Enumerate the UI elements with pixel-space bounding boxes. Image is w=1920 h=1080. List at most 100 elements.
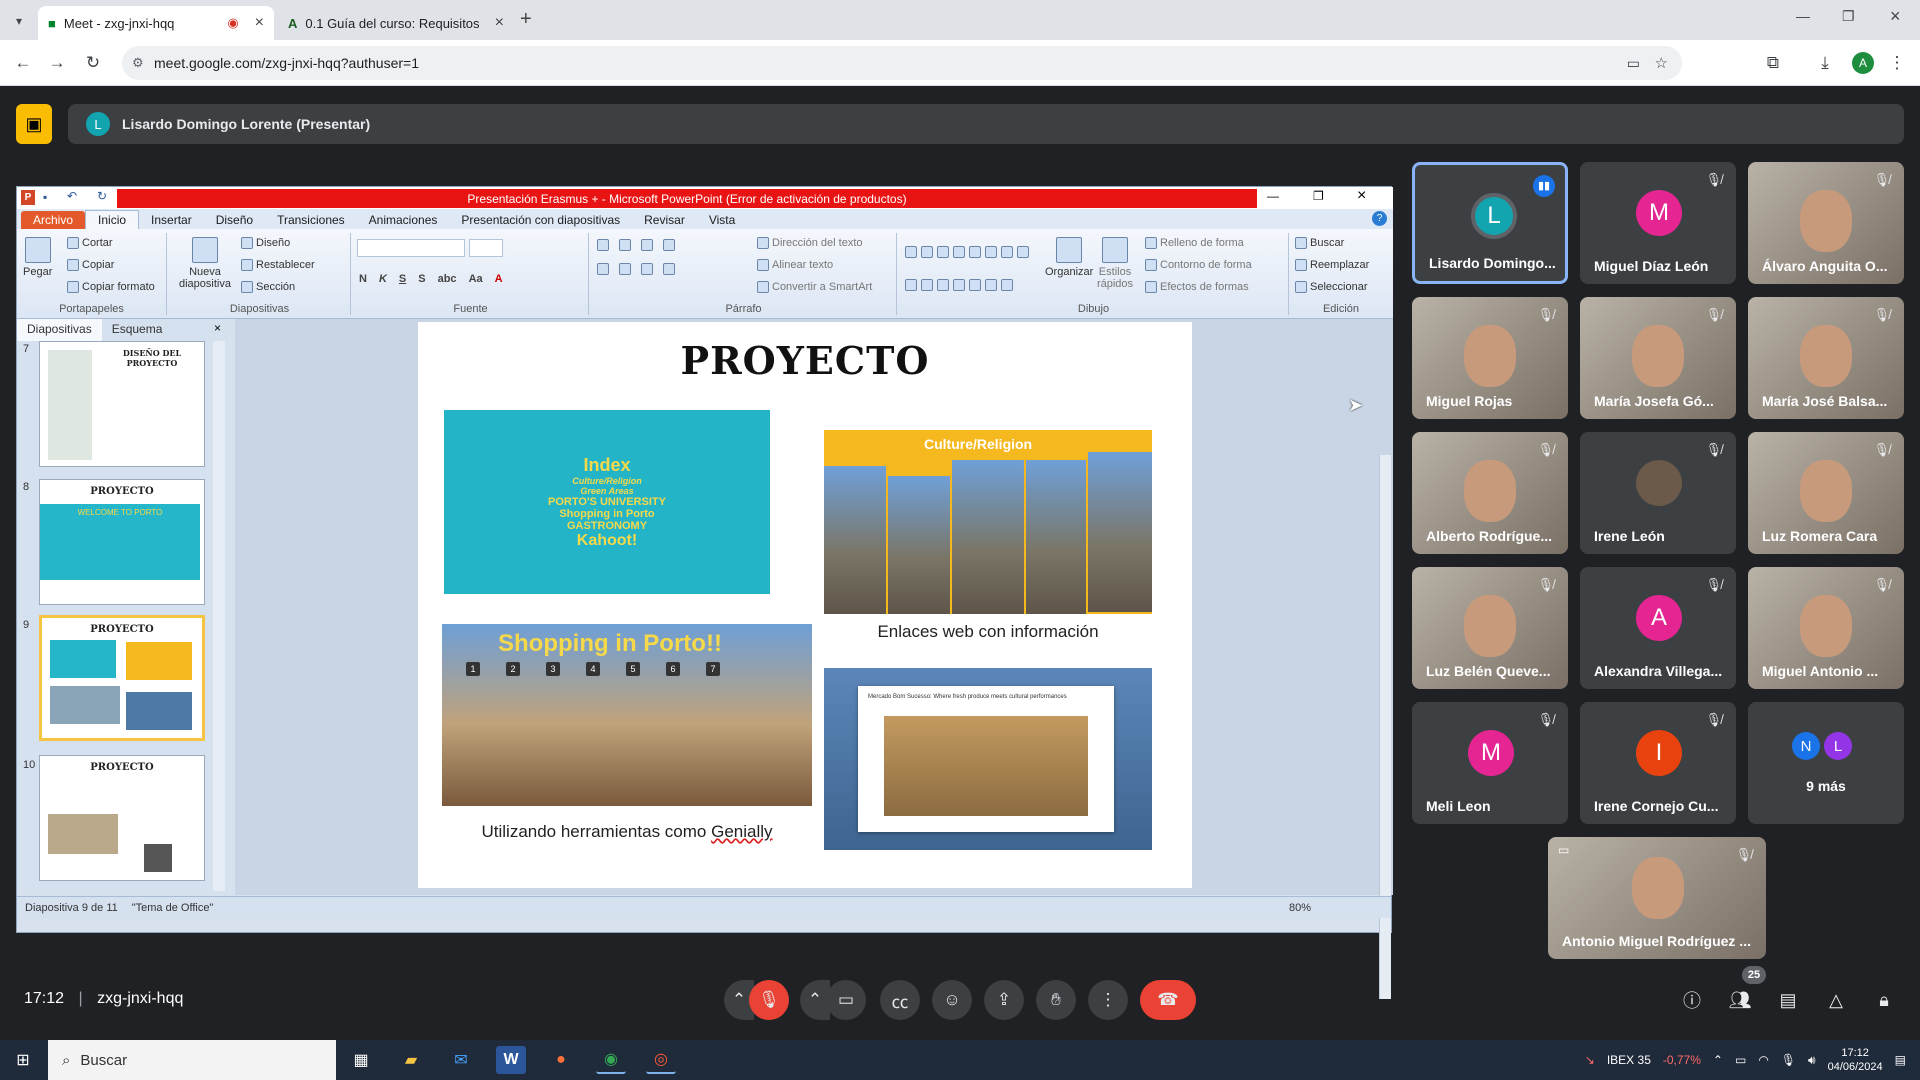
reemplazar-button[interactable]: Reemplazar	[1295, 259, 1369, 271]
ppt-tab-transiciones[interactable]: Transiciones	[265, 211, 357, 229]
underline-icon[interactable]: S	[399, 273, 406, 285]
copiar-formato-button[interactable]: Copiar formato	[67, 281, 155, 293]
close-window-icon[interactable]: ×	[1890, 6, 1901, 27]
slide-thumbnail-10[interactable]: PROYECTO	[39, 755, 205, 881]
stock-name[interactable]: IBEX 35	[1607, 1053, 1651, 1067]
firefox-icon[interactable]: ●	[546, 1046, 576, 1074]
chevron-up-icon[interactable]: ⌃	[1713, 1053, 1723, 1067]
shape-icon[interactable]	[905, 245, 917, 258]
font-name-select[interactable]	[357, 239, 465, 257]
contorno-button[interactable]: Contorno de forma	[1145, 259, 1252, 271]
ppt-tab-revisar[interactable]: Revisar	[632, 211, 697, 229]
justify-icon[interactable]	[663, 263, 675, 275]
shopping-porto-image[interactable]: Shopping in Porto!! 1 2 3 4 5 6 7	[442, 624, 812, 806]
participant-tile[interactable]: 🎙︎̸ Luz Belén Queve...	[1412, 567, 1568, 689]
shape-icon[interactable]	[969, 245, 981, 258]
download-icon[interactable]: ⤓	[1812, 50, 1838, 76]
shape-icon[interactable]	[953, 278, 965, 291]
line-spacing-icon[interactable]	[663, 239, 675, 251]
participant-tile[interactable]: I 🎙︎̸ Irene Cornejo Cu...	[1580, 702, 1736, 824]
ppt-maximize-icon[interactable]: ❐	[1313, 189, 1324, 203]
taskbar-search[interactable]: ⌕ Buscar	[48, 1040, 336, 1080]
reload-icon[interactable]: ↻	[80, 50, 106, 76]
cortar-button[interactable]: Cortar	[67, 237, 113, 249]
strike-icon[interactable]: S	[418, 273, 425, 285]
shape-icon[interactable]	[937, 245, 949, 258]
chat-button[interactable]: ▤	[1772, 984, 1804, 1016]
participant-tile[interactable]: L ▮▮ Lisardo Domingo...	[1412, 162, 1568, 284]
direccion-texto-button[interactable]: Dirección del texto	[757, 237, 863, 249]
close-tab-icon[interactable]: ×	[495, 14, 504, 32]
participant-tile[interactable]: 🎙︎̸ María Josefa Gó...	[1580, 297, 1736, 419]
participant-tile[interactable]: A 🎙︎̸ Alexandra Villega...	[1580, 567, 1736, 689]
ppt-tab-diseno[interactable]: Diseño	[204, 211, 265, 229]
ppt-tab-inicio[interactable]: Inicio	[85, 210, 140, 229]
participant-tile[interactable]: 🎙︎̸ Miguel Rojas	[1412, 297, 1568, 419]
align-right-icon[interactable]	[641, 263, 653, 275]
slide-thumbnail-9[interactable]: PROYECTO	[39, 615, 205, 741]
seleccionar-button[interactable]: Seleccionar	[1295, 281, 1367, 293]
stop-presenting-button[interactable]: ▣	[16, 104, 52, 144]
ppt-tab-insertar[interactable]: Insertar	[139, 211, 204, 229]
extensions-icon[interactable]: ⧉	[1760, 50, 1786, 76]
marker[interactable]: 4	[586, 662, 600, 676]
shape-icon[interactable]	[1001, 245, 1013, 258]
shape-icon[interactable]	[1017, 245, 1029, 258]
shape-icon[interactable]	[985, 278, 997, 291]
back-icon[interactable]: ←	[10, 50, 36, 76]
tab-guia[interactable]: A 0.1 Guía del curso: Requisitos ×	[278, 6, 514, 40]
captions-button[interactable]: ㏄	[880, 980, 920, 1020]
spacing-icon[interactable]: abc	[438, 273, 457, 285]
chrome-icon[interactable]: ◉	[596, 1046, 626, 1074]
numbering-icon[interactable]	[619, 239, 631, 251]
italic-icon[interactable]: K	[379, 273, 387, 285]
font-color-icon[interactable]: A	[495, 273, 503, 285]
shape-icon[interactable]	[921, 245, 933, 258]
shape-icon[interactable]	[905, 278, 917, 291]
restore-icon[interactable]: ❐	[1842, 8, 1855, 25]
bold-icon[interactable]: N	[359, 273, 367, 285]
font-format-buttons[interactable]: N K S Sabc Aa A	[359, 273, 503, 285]
network-icon[interactable]: ◠	[1758, 1053, 1768, 1067]
minimize-icon[interactable]: —	[1796, 8, 1810, 24]
address-bar[interactable]: ⚙ meet.google.com/zxg-jnxi-hqq?authuser=…	[122, 46, 1682, 80]
raise-hand-button[interactable]: ✋︎	[1036, 980, 1076, 1020]
marker[interactable]: 2	[506, 662, 520, 676]
shape-icon[interactable]	[1001, 278, 1013, 291]
file-explorer-icon[interactable]: ▰	[396, 1046, 426, 1074]
participant-tile[interactable]: 🎙︎̸ Luz Romera Cara	[1748, 432, 1904, 554]
menu-kebab-icon[interactable]: ⋮	[1884, 50, 1910, 76]
camera-tray-icon[interactable]: ▭	[1735, 1053, 1746, 1067]
activities-button[interactable]: △	[1820, 984, 1852, 1016]
smartart-button[interactable]: Convertir a SmartArt	[757, 281, 872, 293]
profile-avatar[interactable]: A	[1852, 52, 1874, 74]
close-tab-icon[interactable]: ×	[255, 14, 264, 32]
diseno-button[interactable]: Diseño	[241, 237, 290, 249]
slide-thumbnail-8[interactable]: PROYECTO WELCOME TO PORTO	[39, 479, 205, 605]
volume-icon[interactable]: 🔊︎	[1808, 1053, 1816, 1068]
copiar-button[interactable]: Copiar	[67, 259, 114, 271]
reactions-button[interactable]: ☺	[932, 980, 972, 1020]
windows-start-icon[interactable]: ⊞	[8, 1046, 38, 1074]
ppt-undo-icon[interactable]: ↶	[67, 189, 77, 203]
close-panel-icon[interactable]: ×	[206, 319, 229, 341]
leave-call-button[interactable]: ☎	[1140, 980, 1196, 1020]
shape-icon[interactable]	[937, 278, 949, 291]
align-left-icon[interactable]	[597, 263, 609, 275]
marker[interactable]: 7	[706, 662, 720, 676]
marker[interactable]: 6	[666, 662, 680, 676]
restablecer-button[interactable]: Restablecer	[241, 259, 315, 271]
camera-toggle-button[interactable]: ▭	[826, 980, 866, 1020]
shapes-gallery[interactable]	[905, 237, 1035, 299]
pin-icon[interactable]: ▭	[1558, 843, 1569, 857]
new-tab-icon[interactable]: +	[520, 8, 532, 31]
zoom-level[interactable]: 80%	[1289, 902, 1391, 914]
mail-icon[interactable]: ✉	[446, 1046, 476, 1074]
pegar-button[interactable]: Pegar	[23, 237, 52, 278]
mic-toggle-button[interactable]: 🎙︎	[749, 980, 789, 1020]
relleno-button[interactable]: Relleno de forma	[1145, 237, 1244, 249]
bookmark-star-icon[interactable]: ☆	[1655, 54, 1668, 72]
ppt-redo-icon[interactable]: ↻	[97, 189, 107, 203]
participant-tile[interactable]: M 🎙︎̸ Meli Leon	[1412, 702, 1568, 824]
participant-tile[interactable]: 🎙︎̸ Miguel Antonio ...	[1748, 567, 1904, 689]
